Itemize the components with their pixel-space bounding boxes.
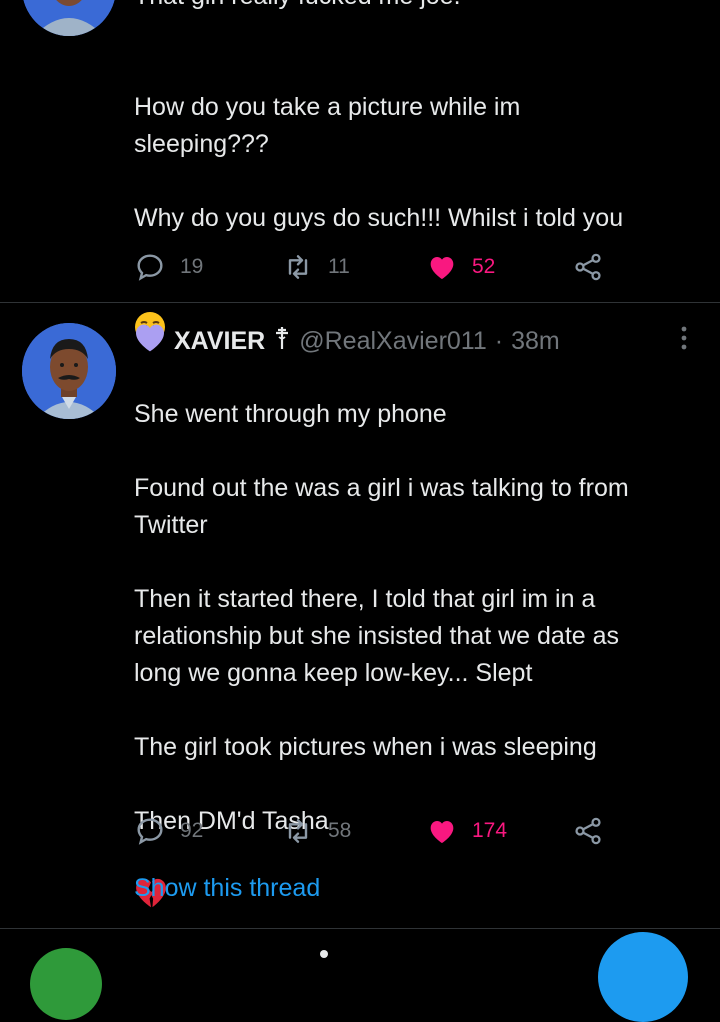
tweet2-reply-count: 92 xyxy=(180,819,204,842)
compose-tweet-button[interactable] xyxy=(598,932,688,1022)
heart-icon xyxy=(430,257,454,279)
heart-icon xyxy=(430,821,454,843)
avatar-next-tweet[interactable] xyxy=(30,948,102,1020)
separator: · xyxy=(494,326,504,355)
tweet1-body: How do you take a picture while im sleep… xyxy=(134,93,624,232)
divider-2 xyxy=(0,928,720,929)
tweet1-like-button[interactable]: 52 xyxy=(426,247,495,287)
retweet-icon xyxy=(288,819,308,843)
show-thread-link[interactable]: Show this thread xyxy=(134,874,320,903)
tweet2-share-button[interactable] xyxy=(572,811,604,851)
tweet2-reply-button[interactable]: 92 xyxy=(134,811,203,851)
divider-1 xyxy=(0,302,720,303)
tweet2-retweet-count: 58 xyxy=(328,819,352,842)
tweet1-retweet-button[interactable]: 11 xyxy=(282,247,350,287)
next-tweet-partial-icon xyxy=(320,950,328,958)
cross-icon xyxy=(273,326,291,357)
reply-icon xyxy=(137,818,163,845)
retweet-icon xyxy=(288,255,308,279)
tweet2-actions: 92 58 174 xyxy=(134,811,614,851)
tweet2-header: XAVIER @RealXavier011 · 38m xyxy=(134,322,560,360)
avatar-top[interactable] xyxy=(22,0,116,36)
tweet1-text: How do you take a picture while im sleep… xyxy=(134,52,623,354)
tweet1-like-count: 52 xyxy=(472,255,496,278)
tweet2-body: She went through my phone Found out the … xyxy=(134,400,629,835)
tweet1-actions: 19 11 52 xyxy=(134,247,614,287)
timestamp[interactable]: 38m xyxy=(511,327,560,356)
tweet1-text-clipped: That girl really fucked me joe. xyxy=(134,0,461,15)
tweet2-retweet-button[interactable]: 58 xyxy=(282,811,351,851)
tweet1-reply-button[interactable]: 19 xyxy=(134,247,203,287)
handle[interactable]: @RealXavier011 xyxy=(299,327,487,356)
purple-heart-icon xyxy=(134,323,166,360)
share-icon xyxy=(575,817,601,845)
reply-icon xyxy=(137,254,163,281)
more-options-icon[interactable] xyxy=(676,325,692,351)
avatar-xavier[interactable] xyxy=(22,323,116,419)
tweet1-share-button[interactable] xyxy=(572,247,604,287)
display-name[interactable]: XAVIER xyxy=(174,327,265,356)
tweet2-like-count: 174 xyxy=(472,819,508,842)
tweet1-retweet-count: 11 xyxy=(328,255,350,278)
share-icon xyxy=(575,253,601,281)
tweet1-reply-count: 19 xyxy=(180,255,204,278)
tweet2-like-button[interactable]: 174 xyxy=(426,811,507,851)
